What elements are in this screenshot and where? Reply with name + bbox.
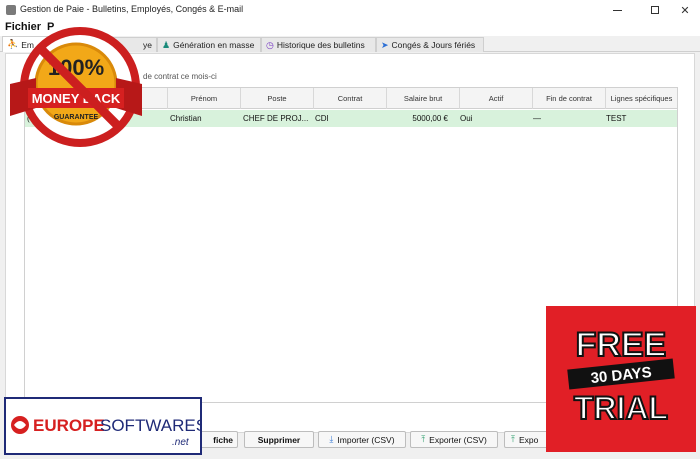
filter-checkbox-label[interactable]: de contrat ce mois-ci: [143, 72, 217, 81]
export-icon: ⤒: [511, 434, 515, 444]
delete-button[interactable]: Supprimer: [244, 431, 314, 448]
clock-icon: ◷: [266, 39, 274, 50]
button-label: Expo: [518, 434, 539, 445]
badge-bottom-text: GUARANTEE: [54, 114, 99, 121]
trial-line1: FREE: [576, 326, 667, 364]
europesoftwares-logo: EUROPE SOFTWARES .net: [4, 397, 207, 455]
button-label: fiche: [213, 434, 233, 445]
title-bar: Gestion de Paie - Bulletins, Employés, C…: [0, 0, 700, 20]
import-icon: ⤓: [329, 434, 334, 444]
logo-graphic: EUROPE SOFTWARES .net: [11, 416, 207, 448]
badge-middle-text: MONEY BACK: [32, 91, 121, 106]
logo-part1: EUROPE: [33, 416, 105, 435]
button-label: Importer (CSV): [337, 434, 395, 445]
tab-label: Génération en masse: [173, 40, 255, 50]
free-trial-banner: FREE 30 DAYS TRIAL: [546, 306, 696, 452]
logo-part2: SOFTWARES: [100, 416, 200, 435]
trial-line3: TRIAL: [574, 390, 668, 426]
button-label: Supprimer: [257, 434, 301, 445]
cell-lignes: TEST: [606, 114, 627, 123]
tab-conges[interactable]: ➤ Congés & Jours fériés: [376, 37, 484, 52]
cell-fin: —: [533, 114, 541, 123]
column-header-prenom[interactable]: Prénom: [168, 88, 241, 109]
column-header-salaire[interactable]: Salaire brut: [387, 88, 460, 109]
maximize-icon: [651, 6, 659, 14]
cell-poste: CHEF DE PROJ...: [243, 114, 309, 123]
cell-actif: Oui: [460, 114, 473, 123]
column-header-poste[interactable]: Poste: [241, 88, 314, 109]
close-icon: ✕: [680, 4, 690, 17]
column-header-actif[interactable]: Actif: [460, 88, 533, 109]
column-header-contrat[interactable]: Contrat: [314, 88, 387, 109]
fiche-button[interactable]: fiche: [196, 431, 238, 448]
cell-contrat: CDI: [315, 114, 329, 123]
tab-label: Historique des bulletins: [276, 40, 365, 50]
column-header-fin[interactable]: Fin de contrat: [533, 88, 606, 109]
column-header-lignes[interactable]: Lignes spécifiques: [606, 88, 677, 109]
minimize-icon: [612, 9, 622, 11]
free-trial-graphic: FREE 30 DAYS TRIAL: [567, 325, 675, 427]
app-icon: [6, 5, 16, 15]
minimize-button[interactable]: [600, 0, 634, 20]
money-back-badge: 100% MONEY BACK GUARANTEE: [10, 27, 142, 147]
button-label: Exporter (CSV): [429, 434, 487, 445]
cell-prenom: Christian: [170, 114, 202, 123]
tab-label: Congés & Jours fériés: [391, 40, 476, 50]
import-csv-button[interactable]: ⤓ Importer (CSV): [318, 431, 406, 448]
people-icon: ♟: [162, 39, 171, 50]
plane-icon: ➤: [381, 39, 389, 50]
maximize-button[interactable]: [638, 0, 672, 20]
window-title: Gestion de Paie - Bulletins, Employés, C…: [20, 4, 244, 14]
tab-historique[interactable]: ◷ Historique des bulletins: [261, 37, 376, 52]
close-button[interactable]: ✕: [668, 0, 700, 20]
export-csv-button[interactable]: ⤒ Exporter (CSV): [410, 431, 498, 448]
cell-salaire: 5000,00 €: [412, 114, 448, 123]
logo-suffix: .net: [172, 437, 190, 448]
export-icon: ⤒: [421, 434, 426, 444]
tab-generation-masse[interactable]: ♟ Génération en masse: [157, 37, 261, 52]
